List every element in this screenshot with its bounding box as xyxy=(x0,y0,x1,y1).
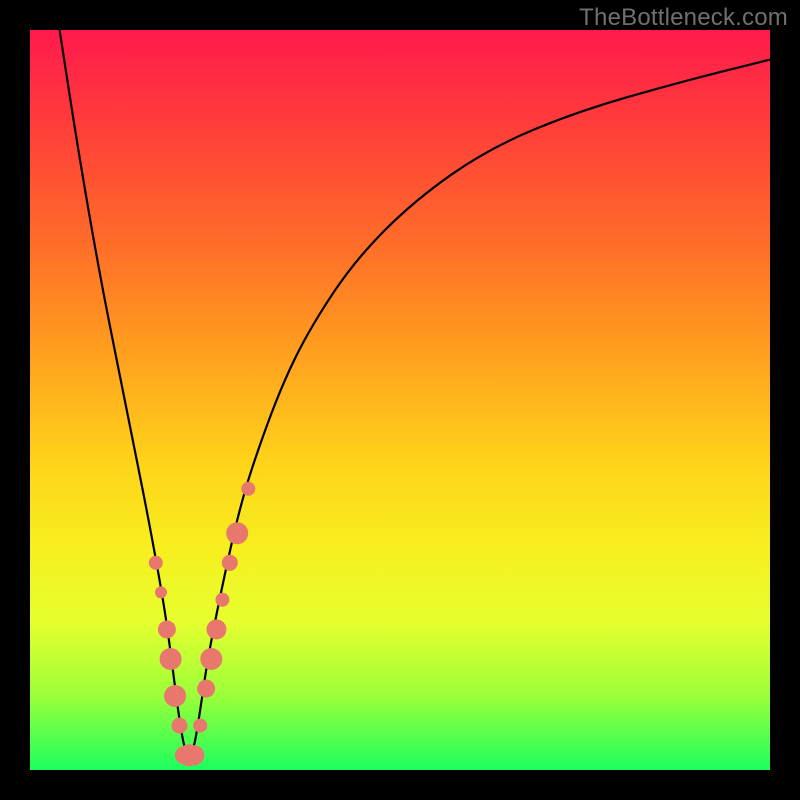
marker-point xyxy=(206,619,226,639)
marker-point xyxy=(241,482,255,496)
marker-point xyxy=(184,745,204,765)
marker-point xyxy=(149,556,163,570)
curve-svg xyxy=(30,30,770,770)
plot-area xyxy=(30,30,770,770)
bottleneck-curve xyxy=(60,30,770,755)
chart-frame: TheBottleneck.com xyxy=(0,0,800,800)
marker-point xyxy=(200,648,222,670)
marker-point xyxy=(193,719,207,733)
marker-point xyxy=(197,680,215,698)
marker-point xyxy=(164,685,186,707)
watermark-text: TheBottleneck.com xyxy=(579,4,788,32)
marker-point xyxy=(222,555,238,571)
marker-point xyxy=(226,522,248,544)
marker-point xyxy=(215,593,229,607)
marker-point xyxy=(155,586,167,598)
marker-group xyxy=(149,482,256,766)
marker-point xyxy=(158,620,176,638)
marker-point xyxy=(171,718,187,734)
marker-point xyxy=(160,648,182,670)
